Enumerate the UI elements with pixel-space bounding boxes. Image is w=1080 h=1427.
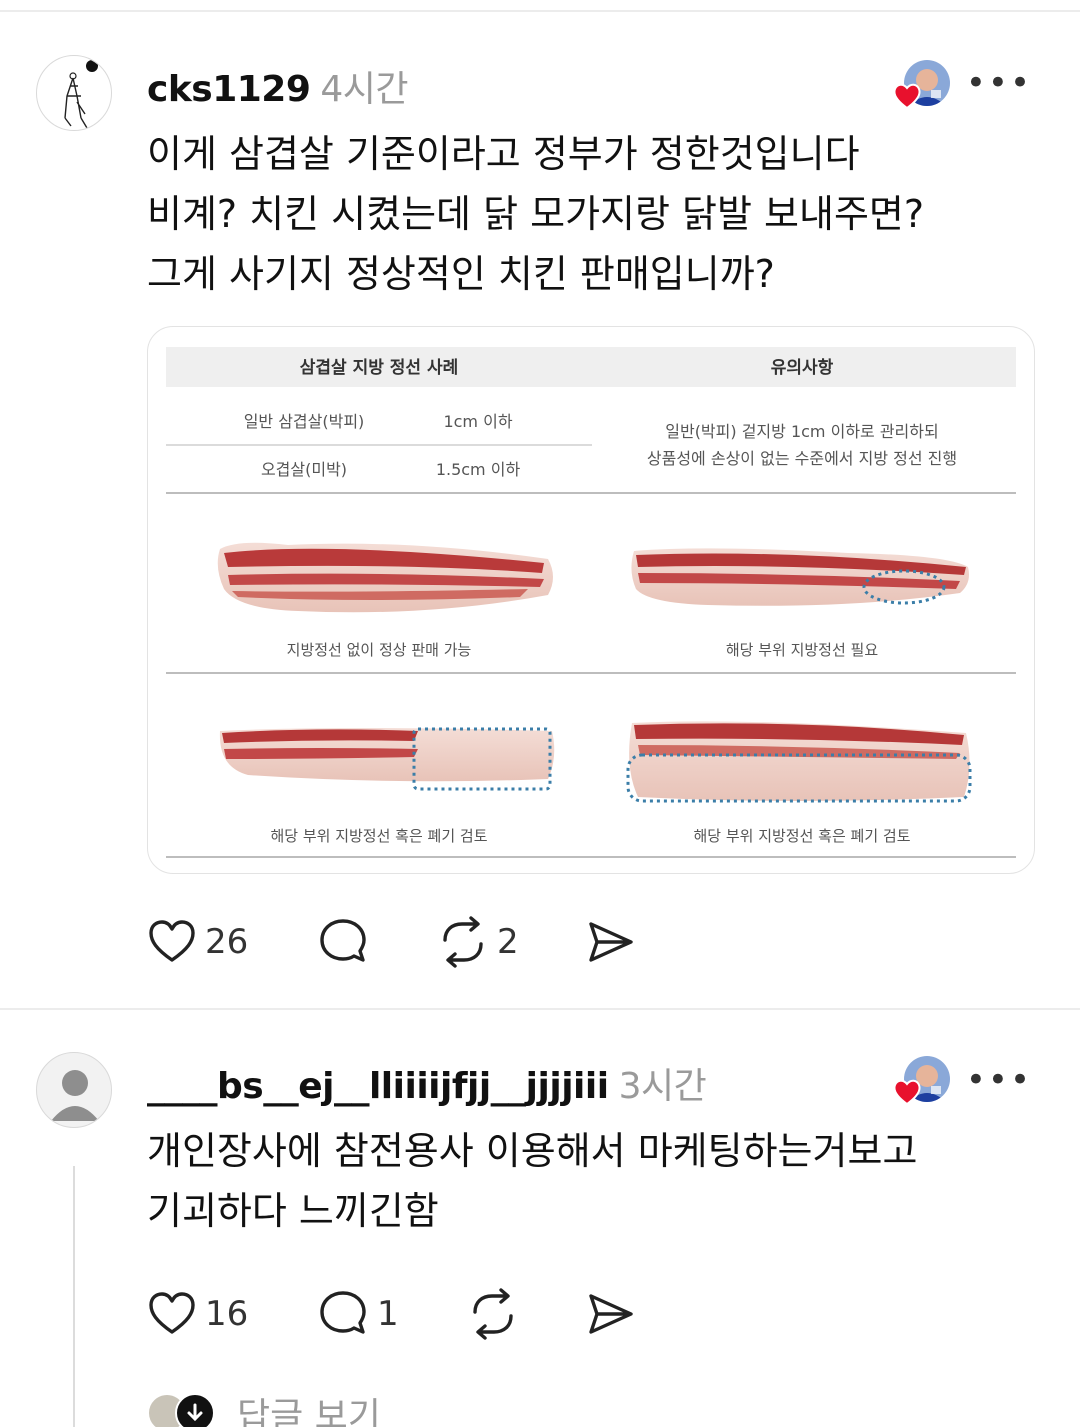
heart-icon [149,1292,195,1334]
infographic-left-header: 삼겹살 지방 정선 사례 [300,358,459,378]
post-divider [0,1008,1080,1010]
username-text[interactable]: cks1129 [147,69,311,110]
pork-belly-photo [626,721,972,803]
post-time: 3시간 [618,1066,707,1107]
thread-line [73,1166,75,1427]
username-text[interactable]: ____bs__ej__lliiiijfjj__jjjjiii [147,1066,609,1107]
heart-icon [149,920,195,962]
meat-caption: 지방정선 없이 정상 판매 가능 [287,641,472,659]
post-body: 이게 삼겹살 기준이라고 정부가 정한것입니다 비계? 치킨 시켰는데 닭 모가… [147,124,924,304]
repost-count: 2 [497,922,519,962]
repost-icon [473,1288,513,1340]
default-user-icon [51,1070,99,1121]
repost-button[interactable]: 2 [437,914,519,970]
comment-button[interactable]: 1 [317,1286,399,1342]
like-count: 16 [205,1294,249,1334]
like-count: 26 [205,922,249,962]
post-line: 그게 사기지 정상적인 치킨 판매입니까? [147,252,775,296]
share-button[interactable] [585,914,637,970]
post-line: 이게 삼겹살 기준이라고 정부가 정한것입니다 [147,132,860,176]
row-name: 오겹살(미박) [261,460,347,479]
repost-icon [443,916,483,968]
reply-count: 1 [377,1294,399,1334]
avatar-default[interactable] [36,1052,112,1128]
post-line: 비계? 치킨 시켰는데 닭 모가지랑 닭발 보내주면? [147,192,925,236]
username[interactable]: cks1129 4시간 [147,60,409,112]
pork-belly-photo [631,548,969,606]
meat-caption: 해당 부위 지방정선 필요 [726,641,879,659]
note-line: 일반(박피) 겉지방 1cm 이하로 관리하되 [665,422,938,441]
like-button[interactable]: 26 [147,914,248,970]
red-heart-icon [893,83,921,110]
comment-icon [320,919,366,962]
repost-button[interactable] [467,1286,519,1342]
row-value: 1.5cm 이하 [436,460,521,479]
liked-by-avatar[interactable] [892,60,952,120]
share-button[interactable] [585,1286,637,1342]
send-icon [589,922,633,962]
avatar-cks1129[interactable] [36,55,112,131]
send-icon [589,1294,633,1334]
comment-button[interactable] [317,914,369,970]
attached-image[interactable]: 삼겹살 지방 정선 사례 유의사항 일반 삼겹살(박피) 1cm 이하 오겹살(… [147,326,1035,874]
post-time: 4시간 [320,69,409,110]
sketch-avatar-icon [64,60,98,129]
note-line: 상품성에 손상이 없는 수준에서 지방 정선 진행 [647,449,957,468]
top-divider [0,10,1080,12]
post-body: 개인장사에 참전용사 이용해서 마케팅하는거보고 기괴하다 느끼긴함 [147,1121,917,1241]
comment-icon [320,1291,366,1334]
more-icon[interactable]: ••• [966,66,1032,100]
row-name: 일반 삼겹살(박피) [244,412,365,431]
post-line: 개인장사에 참전용사 이용해서 마케팅하는거보고 [147,1129,918,1173]
username[interactable]: ____bs__ej__lliiiijfjj__jjjjiii 3시간 [147,1057,707,1109]
row-value: 1cm 이하 [443,412,512,431]
pork-belly-photo [219,727,555,791]
liked-by-avatar[interactable] [892,1056,952,1116]
pork-belly-photo [217,542,553,613]
reply-avatar-download-icon [175,1393,215,1427]
like-button[interactable]: 16 [147,1286,248,1342]
more-icon[interactable]: ••• [966,1063,1032,1097]
meat-caption: 해당 부위 지방정선 혹은 폐기 검토 [693,827,910,845]
view-replies-label[interactable]: 답글 보기 [237,1387,381,1427]
meat-caption: 해당 부위 지방정선 혹은 폐기 검토 [270,827,487,845]
infographic-right-header: 유의사항 [771,357,834,378]
pork-belly-infographic: 삼겹살 지방 정선 사례 유의사항 일반 삼겹살(박피) 1cm 이하 오겹살(… [166,347,1016,858]
red-heart-icon [893,1079,921,1106]
post-line: 기괴하다 느끼긴함 [147,1189,439,1233]
view-replies-link[interactable]: 답글 보기 [147,1388,381,1427]
